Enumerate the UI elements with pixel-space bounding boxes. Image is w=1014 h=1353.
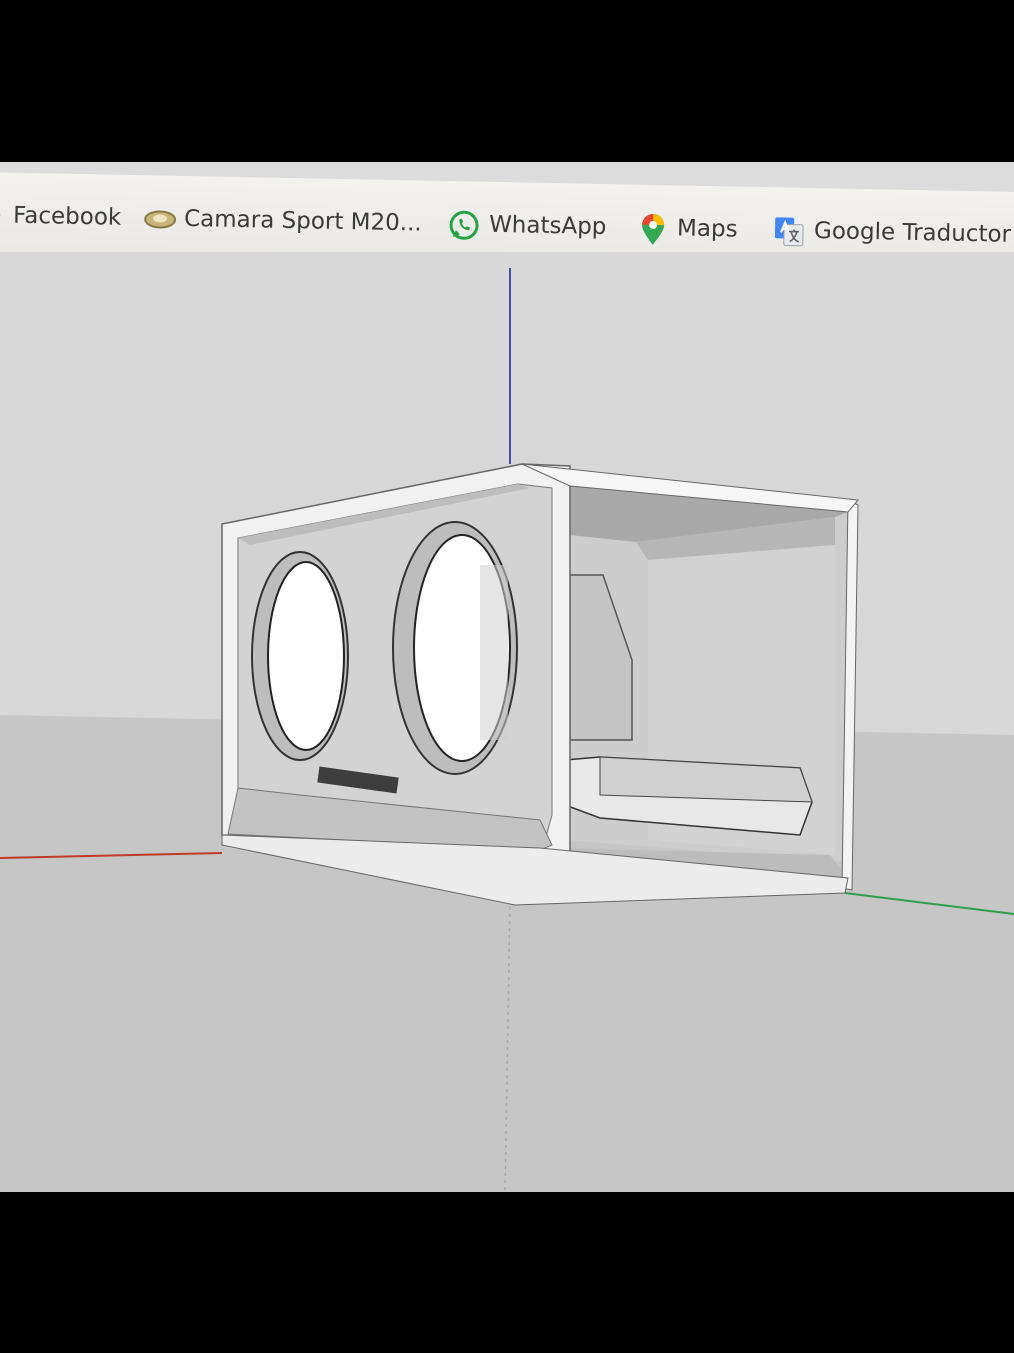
sketchup-viewport[interactable] xyxy=(0,252,1014,1192)
maps-pin-icon xyxy=(641,213,666,245)
speaker-cutout-left xyxy=(267,561,345,751)
bookmark-label: Maps xyxy=(676,215,738,243)
camera-icon xyxy=(144,204,177,233)
bookmark-camara-sport[interactable]: Camara Sport M20... xyxy=(144,201,422,240)
bookmark-facebook[interactable]: Facebook xyxy=(0,198,122,234)
bookmark-label: WhatsApp xyxy=(488,211,607,241)
bookmark-google-traductor[interactable]: Google Traductor xyxy=(774,213,1012,252)
bookmark-whatsapp[interactable]: WhatsApp xyxy=(449,207,607,244)
photo-top-border xyxy=(0,0,1014,162)
bookmark-maps[interactable]: Maps xyxy=(641,211,738,247)
subwoofer-box-model[interactable] xyxy=(221,463,859,906)
bookmark-label: Google Traductor xyxy=(813,218,1012,248)
model-canvas[interactable] xyxy=(0,252,1014,1192)
whatsapp-icon xyxy=(449,210,479,240)
interior-through-cutout xyxy=(480,565,508,740)
facebook-icon xyxy=(0,201,1,229)
bookmark-label: Camara Sport M20... xyxy=(183,205,422,237)
bookmark-label: Facebook xyxy=(12,202,122,231)
google-translate-icon xyxy=(774,216,804,247)
photo-bottom-border xyxy=(0,1192,1014,1353)
monitor-screen: Facebook Camara Sport M20... WhatsApp Ma… xyxy=(0,162,1014,1192)
